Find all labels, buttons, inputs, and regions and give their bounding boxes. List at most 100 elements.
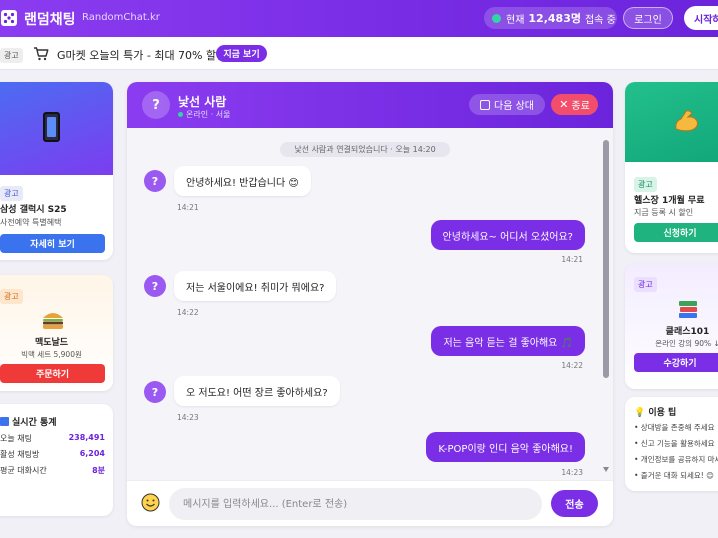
apply-button[interactable]: 신청하기: [634, 223, 718, 242]
top-ad-text: G마켓 오늘의 특가 - 최대 70% 할인!: [57, 49, 231, 62]
online-prefix: 현재: [506, 14, 525, 26]
tip-item: • 즐거운 대화 되세요! 😊: [634, 471, 714, 480]
live-stats-card: 실시간 통계 238,491 오늘 채팅 6,204 활성 채팅방 8분 평균 대화시…: [0, 404, 113, 516]
tip-item: • 개인정보를 공유하지 마세요: [634, 455, 718, 464]
ad-title: 맥도날드: [34, 338, 69, 348]
ad-title: 헬스장 1개월 무료: [634, 196, 705, 206]
ad-subtitle: 온라인 강의 90% ↓: [655, 339, 718, 348]
message-scrollbar[interactable]: [603, 140, 609, 472]
ad-card-mcdonalds[interactable]: 광고 맥도날드 빅맥 세트 5,900원 주문하기: [0, 275, 113, 391]
logo-domain: RandomChat.kr: [82, 12, 160, 23]
tip-item: • 상대방을 존중해 주세요: [634, 423, 715, 432]
message-composer: 전송: [127, 480, 613, 526]
shuffle-icon: [480, 99, 490, 110]
tips-title-text: 이용 팁: [648, 408, 677, 418]
start-button[interactable]: 시작하기: [684, 6, 718, 30]
close-icon: ✕: [559, 98, 569, 111]
online-count-pill: 현재 12,483명 접속 중: [484, 7, 617, 29]
incoming-message: 안녕하세요! 반갑습니다 😊: [174, 166, 311, 196]
ad-subtitle: 지금 등록 시 할인: [634, 208, 694, 217]
online-suffix: 접속 중: [584, 14, 616, 26]
scrollbar-thumb[interactable]: [603, 140, 609, 378]
outgoing-message: 저는 음악 듣는 걸 좋아해요 🎵: [431, 326, 585, 356]
message-time: 14:21: [177, 203, 199, 212]
stats-title-text: 실시간 통계: [12, 418, 57, 428]
tips-title: 💡 이용 팁: [634, 405, 676, 418]
send-button[interactable]: 전송: [551, 490, 598, 517]
ad-tag: 광고: [634, 177, 657, 192]
stat-value: 8분: [92, 466, 105, 475]
ad-tag: 광고: [0, 186, 23, 201]
logo-text[interactable]: 랜덤채팅: [24, 9, 76, 29]
message-list[interactable]: 낯선 사람과 연결되었습니다 · 오늘 14:20 ? 안녕하세요! 반갑습니다…: [127, 128, 613, 480]
enroll-button[interactable]: 수강하기: [634, 353, 718, 372]
end-chat-button[interactable]: ✕ 종료: [551, 94, 598, 115]
login-button[interactable]: 로그인: [623, 7, 673, 29]
lightbulb-icon: 💡: [634, 408, 646, 418]
next-partner-label: 다음 상대: [494, 101, 534, 112]
books-icon: [679, 301, 697, 318]
message-time: 14:23: [561, 468, 583, 477]
partner-name: 낯선 사람: [178, 95, 227, 109]
chat-header: ? 낯선 사람 온라인 · 서울 다음 상대 ✕ 종료: [127, 82, 613, 128]
top-ad-button[interactable]: 지금 보기: [216, 45, 267, 62]
ad-tag: 광고: [0, 48, 23, 63]
top-ad-banner[interactable]: 광고 G마켓 오늘의 특가 - 최대 70% 할인! 지금 보기: [0, 37, 718, 70]
stat-row: 238,491 오늘 채팅: [0, 433, 105, 444]
muscle-icon: [675, 110, 698, 132]
top-header: 랜덤채팅 RandomChat.kr 현재 12,483명 접속 중 로그인 시…: [0, 0, 718, 37]
stats-title: 실시간 통계: [0, 415, 57, 428]
bar-chart-icon: [0, 417, 9, 426]
ad-card-samsung[interactable]: 광고 삼성 갤럭시 S25 사전예약 특별혜택 자세히 보기: [0, 82, 113, 260]
stat-label: 평균 대화시간: [0, 466, 47, 475]
ad-hero-banner: [0, 82, 113, 175]
incoming-message: 저는 서울이에요! 취미가 뭐에요?: [174, 271, 337, 301]
emoji-icon[interactable]: [141, 493, 160, 512]
ad-detail-button[interactable]: 자세히 보기: [0, 234, 105, 253]
tip-item: • 신고 기능을 활용하세요: [634, 439, 715, 448]
partner-avatar-small: ?: [144, 170, 166, 192]
outgoing-message: 안녕하세요~ 어디서 오셨어요?: [430, 220, 585, 250]
ad-title: 클래스101: [665, 327, 710, 337]
message-time: 14:21: [561, 255, 583, 264]
stat-row: 6,204 활성 채팅방: [0, 449, 105, 460]
message-time: 14:22: [561, 361, 583, 370]
system-message: 낯선 사람과 연결되었습니다 · 오늘 14:20: [280, 142, 450, 157]
ad-hero-banner: [625, 82, 718, 162]
incoming-message: 오 저도요! 어떤 장르 좋아하세요?: [174, 376, 340, 406]
partner-avatar-small: ?: [144, 275, 166, 297]
ad-card-class101[interactable]: 광고 클래스101 온라인 강의 90% ↓ 수강하기: [625, 263, 718, 389]
next-partner-button[interactable]: 다음 상대: [469, 94, 545, 115]
online-count: 12,483명: [528, 12, 581, 25]
scroll-down-arrow-icon[interactable]: [603, 467, 609, 472]
message-time: 14:22: [177, 308, 199, 317]
ad-card-gym[interactable]: 광고 헬스장 1개월 무료 지금 등록 시 할인 신청하기: [625, 82, 718, 253]
dice-logo-icon: [1, 10, 17, 26]
order-button[interactable]: 주문하기: [0, 364, 105, 383]
stat-value: 238,491: [68, 433, 105, 442]
stat-label: 오늘 채팅: [0, 434, 32, 443]
ad-subtitle: 빅맥 세트 5,900원: [21, 350, 82, 359]
outgoing-message: K-POP이랑 인디 음악 좋아해요!: [426, 432, 585, 462]
online-dot-icon: [492, 13, 501, 23]
message-input[interactable]: [169, 488, 542, 520]
phone-icon: [43, 112, 60, 142]
ad-tag: 광고: [0, 289, 23, 304]
stat-row: 8분 평균 대화시간: [0, 465, 105, 476]
ad-tag: 광고: [634, 277, 657, 292]
cart-icon: [34, 47, 49, 61]
tips-card: 💡 이용 팁 • 상대방을 존중해 주세요 • 신고 기능을 활용하세요 • 개…: [625, 397, 718, 491]
stat-label: 활성 채팅방: [0, 450, 40, 459]
stat-value: 6,204: [79, 449, 105, 458]
ad-title: 삼성 갤럭시 S25: [0, 205, 67, 215]
partner-status: 온라인 · 서울: [178, 109, 230, 120]
chat-panel: ? 낯선 사람 온라인 · 서울 다음 상대 ✕ 종료 낯선 사람과 연결되었습니…: [127, 82, 613, 526]
status-dot-icon: [178, 112, 183, 117]
message-time: 14:23: [177, 413, 199, 422]
partner-status-text: 온라인 · 서울: [186, 110, 231, 119]
partner-avatar-small: ?: [144, 381, 166, 403]
end-chat-label: 종료: [571, 101, 590, 112]
partner-avatar: ?: [142, 91, 170, 119]
ad-subtitle: 사전예약 특별혜택: [0, 218, 62, 227]
burger-icon: [43, 313, 63, 329]
